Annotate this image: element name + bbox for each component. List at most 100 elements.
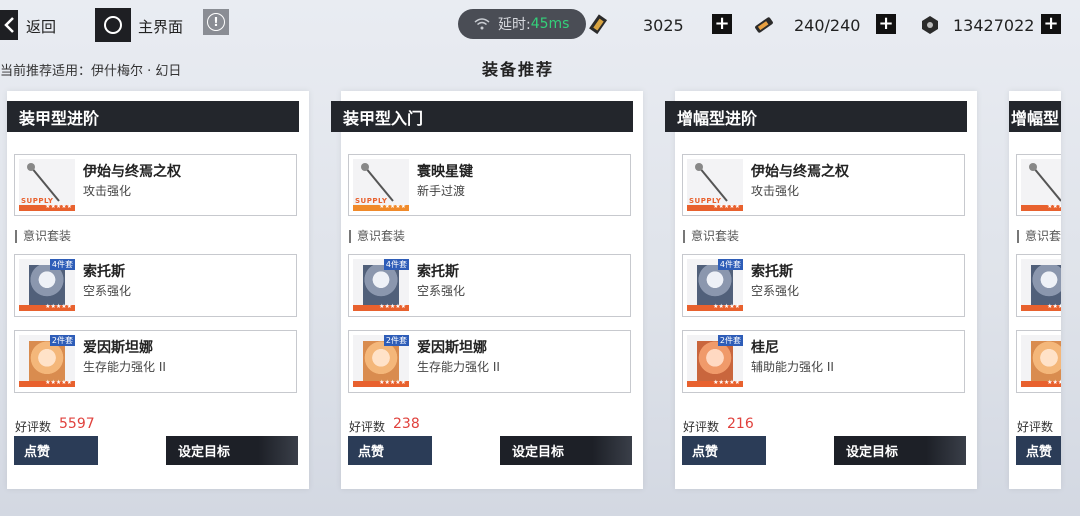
weapon-desc: 攻击强化 xyxy=(83,184,132,198)
weapon-thumbnail xyxy=(1021,159,1061,211)
weapon-thumbnail: SUPPLY xyxy=(353,159,409,211)
scepter-icon xyxy=(1029,163,1061,202)
rarity-stripe xyxy=(353,303,409,311)
likes-count: 238 xyxy=(393,416,420,432)
stigmata-slot[interactable]: 4件套 索托斯 空系强化 xyxy=(682,254,965,317)
wifi-icon xyxy=(474,18,490,30)
add-stamina-button[interactable]: + xyxy=(876,14,896,34)
latency-label: 延时: xyxy=(498,17,531,33)
likes-count: 216 xyxy=(727,416,754,432)
likes-label: 好评数 xyxy=(683,420,720,434)
recommend-card-partial[interactable]: 增幅型 意识套 好评数 点赞 xyxy=(1009,91,1061,489)
stigmata-slot[interactable]: 2件套 桂尼 辅助能力强化 II xyxy=(682,330,965,393)
rarity-stripe xyxy=(19,303,75,311)
top-bar: 返回 主界面 ! 延时: 45ms 3025 + 240/240 + 134270… xyxy=(0,0,1080,48)
home-label[interactable]: 主界面 xyxy=(138,16,183,37)
stigmata-desc: 空系强化 xyxy=(83,284,132,298)
rarity-stripe xyxy=(1021,379,1061,387)
weapon-slot[interactable]: SUPPLY 寰映星键 新手过渡 xyxy=(348,154,631,216)
likes-count: 5597 xyxy=(59,416,95,432)
add-coin-button[interactable]: + xyxy=(1041,14,1061,34)
recommend-card: 增幅型进阶 SUPPLY 伊始与终焉之权 攻击强化 意识套装 4件套 索托斯 空… xyxy=(665,91,977,489)
home-button[interactable] xyxy=(95,8,131,42)
set-target-button[interactable]: 设定目标 xyxy=(166,436,298,465)
resource-stamina-value: 240/240 xyxy=(794,15,861,35)
rarity-stripe xyxy=(1021,303,1061,311)
stigmata-thumbnail xyxy=(1021,335,1061,387)
weapon-slot[interactable]: SUPPLY 伊始与终焉之权 攻击强化 xyxy=(14,154,297,216)
chevron-left-icon xyxy=(4,17,14,33)
stigmata-desc: 空系强化 xyxy=(417,284,466,298)
rarity-stripe xyxy=(353,203,409,211)
like-button[interactable]: 点赞 xyxy=(348,436,432,465)
character-portrait xyxy=(697,265,733,307)
add-gold-button[interactable]: + xyxy=(712,14,732,34)
section-label: 意识套装 xyxy=(683,230,739,243)
rarity-stripe xyxy=(687,379,743,387)
character-portrait xyxy=(1031,265,1061,307)
set-tag: 4件套 xyxy=(49,259,75,270)
stigmata-thumbnail: 2件套 xyxy=(687,335,743,387)
card-title: 装甲型进阶 xyxy=(7,101,299,132)
rarity-stripe xyxy=(19,379,75,387)
stigmata-name: 桂尼 xyxy=(751,340,779,356)
likes-label: 好评数 xyxy=(15,420,52,434)
stigmata-thumbnail: 2件套 xyxy=(19,335,75,387)
section-label: 意识套装 xyxy=(349,230,405,243)
section-label: 意识套装 xyxy=(15,230,71,243)
stigmata-desc: 辅助能力强化 II xyxy=(751,360,834,374)
notice-button[interactable]: ! xyxy=(203,9,229,35)
page-title: 装备推荐 xyxy=(482,60,555,79)
stigmata-slot[interactable]: 4件套 索托斯 空系强化 xyxy=(348,254,631,317)
stigmata-thumbnail: 4件套 xyxy=(19,259,75,311)
rarity-stripe xyxy=(19,203,75,211)
card-title: 装甲型入门 xyxy=(331,101,633,132)
like-button[interactable]: 点赞 xyxy=(682,436,766,465)
gold-bar-icon xyxy=(588,13,612,37)
weapon-slot[interactable]: SUPPLY 伊始与终焉之权 攻击强化 xyxy=(682,154,965,216)
weapon-thumbnail: SUPPLY xyxy=(19,159,75,211)
character-portrait xyxy=(363,265,399,307)
like-button[interactable]: 点赞 xyxy=(1016,436,1061,465)
card-title: 增幅型 xyxy=(1009,101,1061,132)
stigmata-name: 索托斯 xyxy=(417,264,459,280)
exclamation-icon: ! xyxy=(207,13,225,31)
character-portrait xyxy=(29,341,65,383)
weapon-name: 伊始与终焉之权 xyxy=(83,164,181,180)
stigmata-thumbnail: 2件套 xyxy=(353,335,409,387)
stigmata-thumbnail xyxy=(1021,259,1061,311)
stigmata-slot[interactable] xyxy=(1016,330,1061,393)
back-button[interactable] xyxy=(0,10,18,40)
stigmata-desc: 生存能力强化 II xyxy=(83,360,166,374)
stigmata-slot[interactable] xyxy=(1016,254,1061,317)
rarity-stripe xyxy=(1021,203,1061,211)
character-portrait xyxy=(697,341,733,383)
stigmata-name: 爱因斯坦娜 xyxy=(83,340,153,356)
likes-label: 好评数 xyxy=(1017,420,1054,434)
stigmata-slot[interactable]: 2件套 爱因斯坦娜 生存能力强化 II xyxy=(348,330,631,393)
like-button[interactable]: 点赞 xyxy=(14,436,98,465)
set-target-button[interactable]: 设定目标 xyxy=(500,436,632,465)
applies-to-text: 当前推荐适用：伊什梅尔 · 幻日 xyxy=(0,64,182,79)
resource-coin-value-wrap: 13427022 xyxy=(953,12,1034,38)
stigmata-slot[interactable]: 2件套 爱因斯坦娜 生存能力强化 II xyxy=(14,330,297,393)
character-portrait xyxy=(363,341,399,383)
resource-gold-value-wrap: 3025 xyxy=(643,12,684,38)
back-label[interactable]: 返回 xyxy=(26,16,56,37)
set-tag: 4件套 xyxy=(383,259,409,270)
card-title: 增幅型进阶 xyxy=(665,101,967,132)
stigmata-slot[interactable]: 4件套 索托斯 空系强化 xyxy=(14,254,297,317)
likes-label: 好评数 xyxy=(349,420,386,434)
weapon-desc: 新手过渡 xyxy=(417,184,466,198)
resource-coin xyxy=(918,12,942,38)
character-portrait xyxy=(29,265,65,307)
weapon-slot[interactable] xyxy=(1016,154,1061,216)
stigmata-name: 爱因斯坦娜 xyxy=(417,340,487,356)
rarity-stripe xyxy=(687,203,743,211)
weapon-name: 伊始与终焉之权 xyxy=(751,164,849,180)
set-target-button[interactable]: 设定目标 xyxy=(834,436,966,465)
stigmata-thumbnail: 4件套 xyxy=(687,259,743,311)
set-tag: 2件套 xyxy=(717,335,743,346)
stigmata-desc: 生存能力强化 II xyxy=(417,360,500,374)
resource-gold xyxy=(588,12,612,38)
